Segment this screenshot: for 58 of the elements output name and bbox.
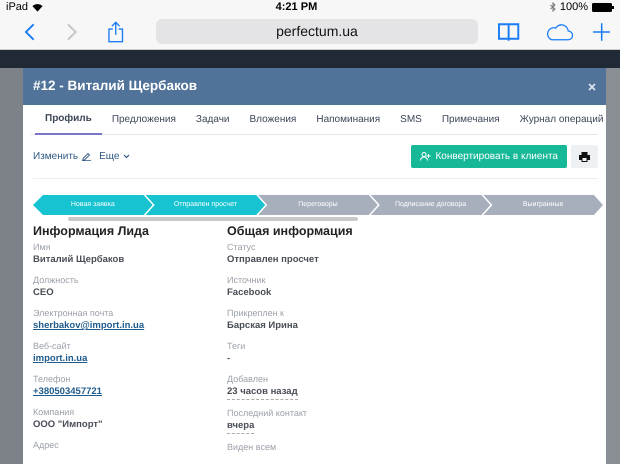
- wifi-icon: [32, 2, 44, 12]
- book-icon[interactable]: [498, 22, 520, 40]
- print-button[interactable]: [571, 145, 598, 168]
- field-label: Виден всем: [227, 441, 278, 453]
- field-link[interactable]: import.in.ua: [33, 352, 88, 366]
- field-label: Веб-сайт: [33, 340, 72, 352]
- field-label: Источник: [227, 274, 266, 286]
- device-name: iPad: [6, 0, 28, 15]
- modal-title: #12 - Виталий Щербаков: [33, 77, 198, 96]
- field-label: Статус: [227, 241, 256, 253]
- more-dropdown[interactable]: Еще: [99, 149, 130, 164]
- clock-time: 4:21 PM: [276, 0, 318, 15]
- tab[interactable]: Задачи: [186, 104, 240, 134]
- section-title: Информация Лида: [33, 224, 150, 239]
- field-label: Компания: [33, 406, 76, 418]
- field-label: Телефон: [33, 373, 72, 385]
- field-label: Прикреплен к: [227, 307, 285, 319]
- field-value: вчера: [227, 419, 254, 434]
- share-icon[interactable]: [108, 20, 124, 42]
- field-label: Добавлен: [227, 373, 269, 385]
- tab[interactable]: Профиль: [35, 104, 102, 134]
- field-value: CEO: [33, 286, 54, 300]
- battery-icon: [592, 2, 614, 12]
- field-link[interactable]: +380503457721: [33, 385, 102, 399]
- cloud-icon[interactable]: [546, 22, 573, 40]
- battery-percent: 100%: [560, 0, 588, 15]
- back-icon[interactable]: [24, 22, 36, 40]
- tab[interactable]: Предложения: [102, 104, 186, 134]
- tab[interactable]: SMS: [390, 104, 432, 134]
- field-label: Последний контакт: [227, 407, 308, 419]
- field-label: Электронная почта: [33, 307, 114, 319]
- field-value: -: [227, 352, 230, 366]
- field-value: ООО "Импорт": [33, 418, 103, 432]
- field-label: Адрес: [33, 439, 60, 451]
- field-link[interactable]: sherbakov@import.in.ua: [33, 319, 144, 333]
- pencil-icon: [82, 152, 92, 161]
- bluetooth-icon: [550, 2, 556, 12]
- close-icon[interactable]: [588, 82, 596, 90]
- address-field[interactable]: perfectum.ua: [156, 19, 478, 44]
- field-label: Теги: [227, 340, 246, 352]
- field-value: Отправлен просчет: [227, 253, 319, 267]
- tab[interactable]: Вложения: [240, 104, 306, 134]
- tab[interactable]: Примечания: [432, 104, 510, 134]
- field-value: Facebook: [227, 286, 272, 300]
- field-value: Барская Ирина: [227, 319, 298, 333]
- caret-icon: [123, 154, 130, 159]
- field-value: 23 часов назад: [227, 385, 298, 400]
- printer-icon: [579, 152, 590, 162]
- add-user-icon: [420, 152, 432, 161]
- field-label: Имя: [33, 241, 52, 253]
- edit-link[interactable]: Изменить: [33, 149, 92, 164]
- section-title: Общая информация: [227, 224, 354, 239]
- field-value: Виталий Щербаков: [33, 253, 124, 267]
- plus-icon[interactable]: [592, 22, 610, 40]
- field-label: Должность: [33, 274, 80, 286]
- scrollbar[interactable]: [68, 217, 358, 221]
- tab[interactable]: Напоминания: [306, 104, 390, 134]
- tab[interactable]: Журнал операций: [510, 104, 606, 134]
